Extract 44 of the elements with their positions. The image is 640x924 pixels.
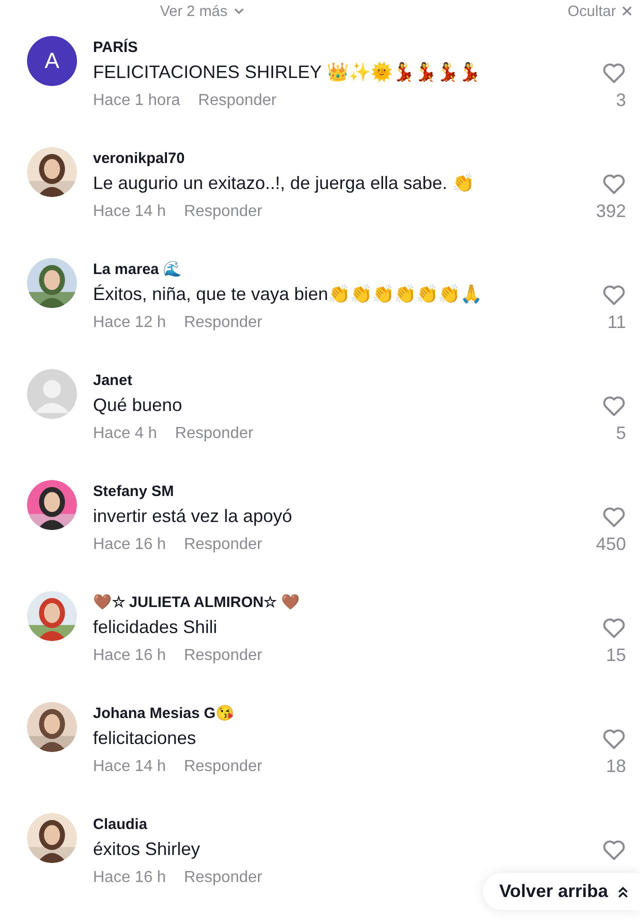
comment-text: felicitaciones [93,727,198,750]
double-chevron-up-icon [618,886,628,898]
comment-text: FELICITACIONES SHIRLEY 👑✨🌞💃💃💃💃 [93,60,482,84]
back-to-top-button[interactable]: Volver arriba [483,873,640,910]
timestamp: Hace 16 h [93,869,166,887]
heart-icon[interactable] [602,395,626,417]
avatar[interactable]: A [27,36,77,86]
timestamp: Hace 12 h [93,314,166,332]
like-count: 15 [606,645,626,666]
comment-text: Le augurio un exitazo..!, de juerga ella sabe. 👏 [93,172,476,195]
username[interactable]: Claudia [93,815,566,835]
chevron-down-icon [234,7,244,15]
close-icon [622,6,632,16]
heart-icon[interactable] [602,173,626,195]
comment-text: éxitos Shirley [93,838,202,861]
heart-icon[interactable] [602,728,626,750]
heart-icon[interactable] [602,284,626,306]
timestamp: Hace 1 hora [93,92,180,110]
username[interactable]: Janet [93,371,566,391]
timestamp: Hace 4 h [93,425,158,443]
heart-icon[interactable] [602,506,626,528]
timestamp: Hace 16 h [93,536,166,554]
timestamp: Hace 14 h [93,203,166,221]
like-count: 11 [607,312,626,333]
comment-text: felicidades Shili [93,616,218,639]
username[interactable]: veronikpal70 [93,149,566,169]
username[interactable]: Stefany SM [93,482,566,502]
like-count: 18 [606,756,626,777]
heart-icon[interactable] [602,617,626,639]
like-count: 5 [616,423,626,444]
username[interactable]: La marea 🌊 [93,260,566,280]
heart-icon[interactable] [602,62,626,84]
timestamp: Hace 16 h [93,647,166,665]
heart-icon[interactable] [602,839,626,861]
like-count: 392 [596,201,626,222]
timestamp: Hace 14 h [93,758,166,776]
comment-text: Éxitos, niña, que te vaya bien👏👏👏👏👏👏🙏 [93,283,484,306]
like-count: 3 [616,90,626,111]
like-count: 450 [596,534,626,555]
username[interactable]: Johana Mesias G😘 [93,704,566,724]
username[interactable]: PARÍS [93,38,566,58]
comment-text: invertir está vez la apoyó [93,505,294,528]
comment-text: Qué bueno [93,394,184,417]
username[interactable]: 🤎☆ JULIETA ALMIRON☆ 🤎 [93,593,566,613]
